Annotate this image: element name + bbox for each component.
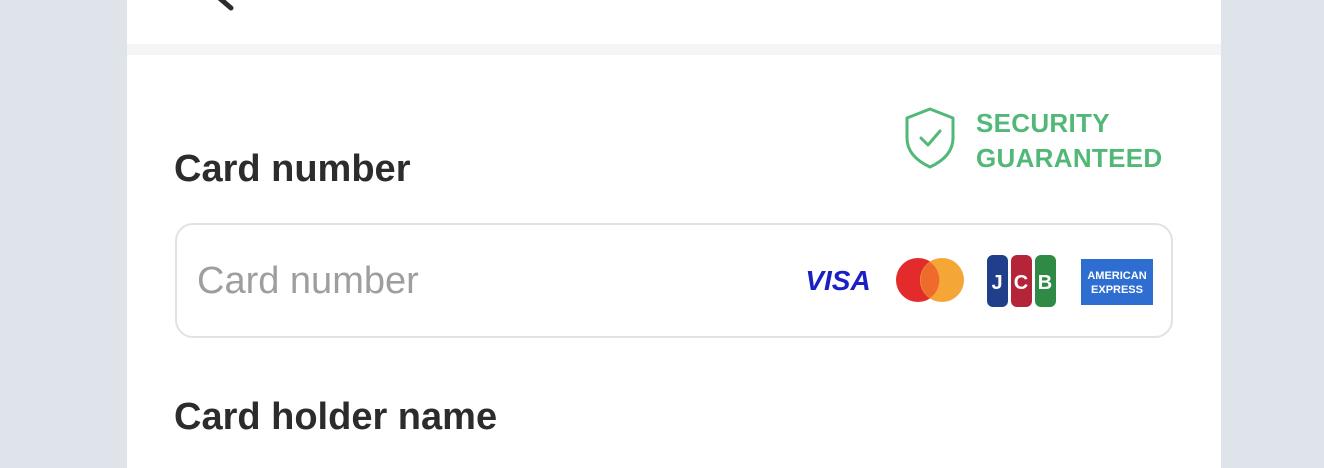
card-number-input[interactable]: [197, 251, 757, 311]
mastercard-logo: [896, 258, 964, 302]
security-badge: SECURITY GUARANTEED: [903, 106, 1183, 176]
header-bar: [127, 0, 1221, 44]
jcb-logo: J C B: [987, 255, 1056, 307]
jcb-letter-b: B: [1038, 272, 1052, 294]
payment-panel: Card number SECURITY GUARANTEED VISA J C…: [127, 0, 1221, 468]
card-number-label: Card number: [174, 148, 411, 190]
card-number-field[interactable]: VISA J C B AMERICAN EXPRESS: [175, 223, 1173, 338]
section-divider: [127, 44, 1221, 55]
jcb-letter-j: J: [991, 272, 1002, 294]
security-line-1: SECURITY: [976, 108, 1110, 138]
visa-logo-text: VISA: [805, 265, 870, 296]
jcb-letter-c: C: [1014, 272, 1028, 294]
amex-logo: AMERICAN EXPRESS: [1081, 259, 1153, 305]
security-text: SECURITY GUARANTEED: [976, 106, 1162, 176]
security-line-2: GUARANTEED: [976, 143, 1163, 173]
back-arrow-icon[interactable]: [197, 0, 237, 12]
amex-line-2: EXPRESS: [1091, 284, 1143, 296]
visa-logo: VISA: [805, 265, 870, 296]
amex-line-1: AMERICAN: [1087, 270, 1146, 282]
shield-check-icon: [905, 107, 955, 169]
card-holder-label: Card holder name: [174, 396, 498, 438]
